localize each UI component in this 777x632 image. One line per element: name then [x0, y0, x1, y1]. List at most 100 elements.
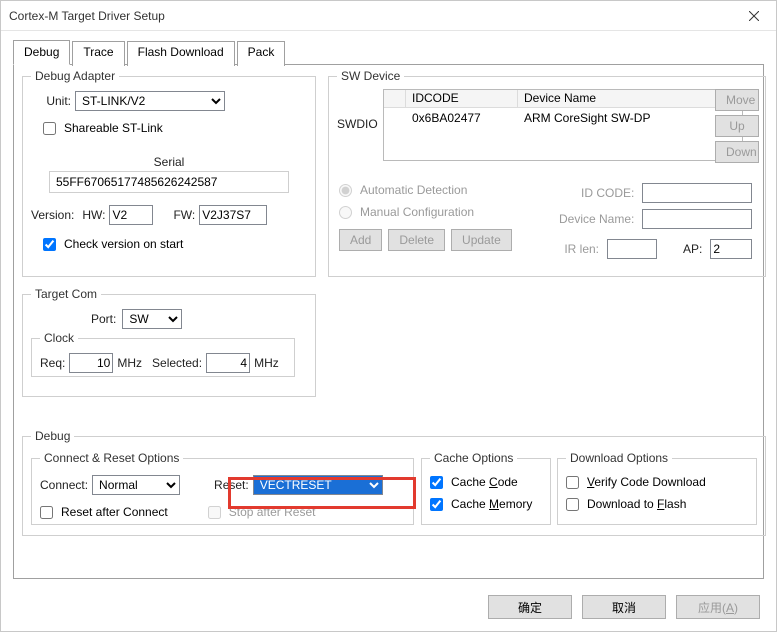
cell-devname: ARM CoreSight SW-DP: [518, 108, 742, 128]
group-label: Clock: [40, 331, 78, 345]
close-button[interactable]: [731, 2, 776, 30]
req-unit: MHz: [117, 356, 142, 370]
group-download-options: Download Options Verify Code Download Do…: [557, 451, 757, 525]
connect-label: Connect:: [40, 478, 88, 492]
delete-button: Delete: [388, 229, 445, 251]
cache-memory-input[interactable]: [430, 498, 443, 511]
device-table: IDCODE Device Name 0x6BA02477 ARM CoreSi…: [383, 89, 743, 161]
hw-field[interactable]: [109, 205, 153, 225]
selected-field[interactable]: [206, 353, 250, 373]
device-table-header: IDCODE Device Name: [384, 90, 742, 108]
unit-label: Unit:: [31, 94, 71, 108]
manual-radio-input: [339, 206, 352, 219]
ap-label: AP:: [683, 242, 702, 256]
tab-debug[interactable]: Debug: [13, 40, 70, 65]
download-flash-checkbox[interactable]: Download to Flash: [566, 497, 748, 511]
cell-idcode: 0x6BA02477: [406, 108, 518, 128]
window-title: Cortex-M Target Driver Setup: [9, 9, 165, 23]
idcode-label: ID CODE:: [581, 186, 634, 200]
group-label: Connect & Reset Options: [40, 451, 183, 465]
download-flash-input[interactable]: [566, 498, 579, 511]
group-debug-adapter: Debug Adapter Unit: ST-LINK/V2 Shareable…: [22, 69, 316, 277]
group-label: Debug: [31, 429, 74, 443]
group-label: Debug Adapter: [31, 69, 119, 83]
group-connect-reset: Connect & Reset Options Connect: Normal …: [31, 451, 414, 525]
shareable-checkbox-input[interactable]: [43, 122, 56, 135]
dialog-buttons: 确定 取消 应用(A): [488, 595, 760, 619]
group-target-com: Target Com Port: SW Clock Req: MHz Selec…: [22, 287, 316, 397]
swdio-label: SWDIO: [337, 117, 378, 131]
down-button: Down: [715, 141, 759, 163]
up-button: Up: [715, 115, 759, 137]
stop-after-label: Stop after Reset: [229, 505, 316, 519]
manual-radio-label: Manual Configuration: [360, 205, 474, 219]
check-version-input[interactable]: [43, 238, 56, 251]
reset-select[interactable]: VECTRESET: [253, 475, 383, 495]
group-sw-device: SW Device SWDIO IDCODE Device Name 0x6BA…: [328, 69, 766, 277]
group-label: Download Options: [566, 451, 672, 465]
shareable-checkbox[interactable]: Shareable ST-Link: [43, 121, 307, 135]
idcode-field: [642, 183, 752, 203]
reset-after-checkbox[interactable]: Reset after Connect: [40, 505, 168, 519]
auto-radio-input: [339, 184, 352, 197]
req-field[interactable]: [69, 353, 113, 373]
col-device-name: Device Name: [518, 90, 742, 107]
verify-input[interactable]: [566, 476, 579, 489]
tab-strip: Debug Trace Flash Download Pack: [13, 39, 764, 64]
req-label: Req:: [40, 356, 65, 370]
ok-button[interactable]: 确定: [488, 595, 572, 619]
cancel-button[interactable]: 取消: [582, 595, 666, 619]
table-row[interactable]: 0x6BA02477 ARM CoreSight SW-DP: [384, 108, 742, 128]
group-label: Cache Options: [430, 451, 517, 465]
cache-memory-checkbox[interactable]: Cache Memory: [430, 497, 542, 511]
group-debug: Debug Connect & Reset Options Connect: N…: [22, 429, 766, 536]
verify-label: Verify Code Download: [587, 475, 706, 489]
fw-label: FW:: [173, 208, 195, 222]
col-idcode: IDCODE: [406, 90, 518, 107]
cache-code-checkbox[interactable]: Cache Code: [430, 475, 542, 489]
cache-code-label: Cache Code: [451, 475, 518, 489]
devname-field: [642, 209, 752, 229]
download-flash-label: Download to Flash: [587, 497, 686, 511]
unit-select[interactable]: ST-LINK/V2: [75, 91, 225, 111]
cache-memory-label: Cache Memory: [451, 497, 532, 511]
reset-label: Reset:: [214, 478, 249, 492]
verify-checkbox[interactable]: Verify Code Download: [566, 475, 748, 489]
stop-after-checkbox: Stop after Reset: [208, 505, 316, 519]
check-version-checkbox[interactable]: Check version on start: [43, 237, 307, 251]
tab-trace[interactable]: Trace: [72, 41, 124, 66]
reset-after-label: Reset after Connect: [61, 505, 168, 519]
group-clock: Clock Req: MHz Selected: MHz: [31, 331, 295, 377]
auto-radio-label: Automatic Detection: [360, 183, 467, 197]
add-button: Add: [339, 229, 382, 251]
ap-field[interactable]: [710, 239, 752, 259]
move-button: Move: [715, 89, 759, 111]
tab-pack[interactable]: Pack: [237, 41, 286, 66]
title-bar: Cortex-M Target Driver Setup: [1, 1, 776, 31]
stop-after-input: [208, 506, 221, 519]
shareable-label: Shareable ST-Link: [64, 121, 163, 135]
version-label: Version:: [31, 208, 74, 222]
devname-label: Device Name:: [559, 212, 634, 226]
reset-after-input[interactable]: [40, 506, 53, 519]
irlen-field: [607, 239, 657, 259]
apply-button: 应用(A): [676, 595, 760, 619]
connect-select[interactable]: Normal: [92, 475, 180, 495]
serial-label: Serial: [154, 155, 185, 169]
irlen-label: IR len:: [564, 242, 599, 256]
close-icon: [749, 11, 759, 21]
group-label: Target Com: [31, 287, 101, 301]
update-button: Update: [451, 229, 512, 251]
tab-flash-download[interactable]: Flash Download: [127, 41, 235, 66]
fw-field[interactable]: [199, 205, 267, 225]
group-label: SW Device: [337, 69, 404, 83]
check-version-label: Check version on start: [64, 237, 183, 251]
serial-value: 55FF67065177485626242587: [56, 175, 217, 189]
group-cache-options: Cache Options Cache Code Cache Memory: [421, 451, 551, 525]
cache-code-input[interactable]: [430, 476, 443, 489]
port-select[interactable]: SW: [122, 309, 182, 329]
selected-unit: MHz: [254, 356, 279, 370]
hw-label: HW:: [82, 208, 105, 222]
port-label: Port:: [91, 312, 116, 326]
selected-label: Selected:: [152, 356, 202, 370]
